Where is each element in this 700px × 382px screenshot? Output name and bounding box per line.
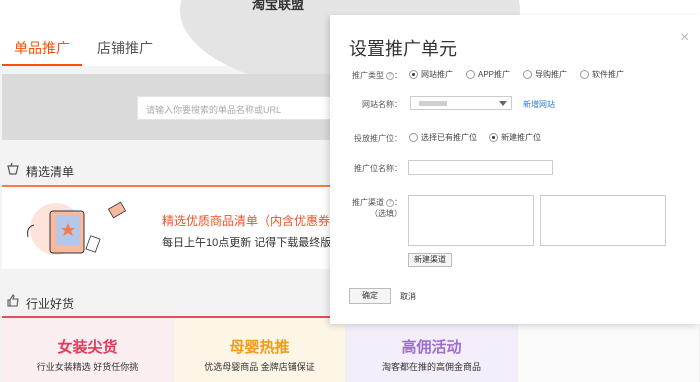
new-channel-button[interactable]: 新建渠道 (408, 253, 452, 267)
redacted-value (419, 101, 447, 106)
radio-website[interactable]: 网站推广 (409, 69, 453, 80)
thumbs-up-icon (7, 294, 19, 307)
card-subtitle: 优选母婴商品 金牌店铺保证 (204, 362, 315, 372)
card-title: 高佣活动 (401, 339, 462, 356)
card-subtitle: 行业女装精选 好货任你挑 (36, 362, 139, 372)
channel-label: 推广渠道?： （选填） (352, 198, 402, 218)
placement-label: 投放推广位： (354, 134, 402, 143)
channel-textarea-left[interactable] (408, 195, 534, 246)
coupon-illustration-icon (27, 201, 127, 255)
radio-software[interactable]: 软件推广 (580, 69, 624, 80)
dialog-title: 设置推广单元 (349, 39, 457, 59)
radio-shopping-guide[interactable]: 导购推广 (523, 69, 567, 80)
promo-type-label: 推广类型?： (352, 71, 402, 80)
card-blank (518, 318, 700, 382)
radio-button[interactable] (409, 70, 418, 80)
basket-icon (7, 162, 19, 175)
radio-new-placement[interactable]: 新建推广位 (489, 132, 541, 143)
radio-app[interactable]: APP推广 (466, 69, 510, 80)
help-icon[interactable]: ? (386, 71, 394, 80)
help-icon[interactable]: ? (386, 198, 394, 207)
search-input[interactable]: 请输入你要搜索的单品名称或URL (137, 96, 337, 120)
radio-button[interactable] (580, 70, 589, 80)
section-title: 行业好货 (26, 297, 75, 311)
promotion-unit-dialog: 设置推广单元 × 推广类型?： 网站推广 APP推广 导购推广 软件推广 网站名… (330, 15, 700, 324)
cancel-button[interactable]: 取消 (400, 291, 416, 302)
card-mother-baby[interactable]: 母婴热推 优选母婴商品 金牌店铺保证 (174, 318, 346, 382)
radio-button[interactable] (523, 70, 532, 80)
tab-single-item[interactable]: 单品推广 (14, 38, 70, 58)
section-title: 精选清单 (26, 165, 75, 179)
radio-button[interactable] (409, 133, 418, 143)
card-subtitle: 淘客都在推的高佣金商品 (381, 362, 481, 372)
placement-name-label: 推广位名称： (354, 164, 402, 173)
radio-button[interactable] (489, 133, 498, 143)
industry-cards: 女装尖货 行业女装精选 好货任你挑 母婴热推 优选母婴商品 金牌店铺保证 高佣活… (2, 318, 700, 382)
card-high-commission[interactable]: 高佣活动 淘客都在推的高佣金商品 (346, 318, 518, 382)
card-title: 母婴热推 (229, 339, 290, 356)
promo-title: 精选优质商品清单（内含优惠券） (162, 214, 343, 228)
radio-button[interactable] (466, 70, 475, 80)
card-women-fashion[interactable]: 女装尖货 行业女装精选 好货任你挑 (2, 318, 174, 382)
chevron-down-icon (499, 101, 507, 106)
close-icon[interactable]: × (680, 29, 689, 47)
radio-existing-placement[interactable]: 选择已有推广位 (409, 132, 477, 143)
tab-shop[interactable]: 店铺推广 (97, 38, 153, 58)
channel-textarea-right[interactable] (540, 195, 666, 246)
site-title: 淘宝联盟 (252, 0, 305, 12)
add-site-link[interactable]: 新增网站 (523, 99, 555, 110)
card-title: 女装尖货 (57, 339, 118, 356)
placement-name-input[interactable] (408, 160, 553, 175)
site-name-select[interactable] (410, 96, 512, 110)
site-name-label: 网站名称： (362, 100, 402, 109)
confirm-button[interactable]: 确定 (349, 288, 391, 304)
promo-subtitle: 每日上午10点更新 记得下载最终版本 (162, 237, 343, 249)
active-tab-indicator (2, 64, 82, 66)
